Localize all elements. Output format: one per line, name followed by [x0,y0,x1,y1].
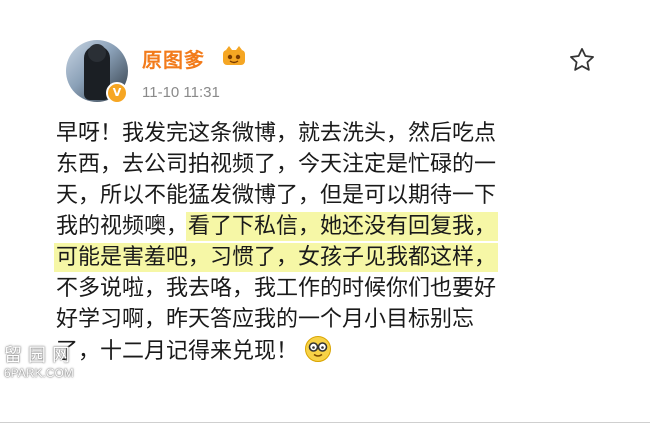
weibo-post-card: V 原图爹 11-10 11:31 早呀！我发完这条微博，就去洗头，然后吃点 东… [0,0,650,439]
content-line: 可能是害羞吧，习惯了，女孩子见我都这样， [56,242,620,273]
content-line: 不多说啦，我去咯，我工作的时候你们也要好 [56,273,620,304]
content-text: 早呀！我发完这条微博，就去洗头，然后吃点 [56,121,497,146]
avatar-head [88,44,106,62]
highlighted-text: 可能是害羞吧，习惯了，女孩子见我都这样， [56,245,497,270]
content-text: 不多说啦，我去咯，我工作的时候你们也要好 [56,276,497,301]
content-text: 东西，去公司拍视频了，今天注定是忙碌的一 [56,152,497,177]
vip-badge-icon [223,46,245,65]
watermark-line2: 6PARK.COM [4,366,74,380]
content-text: 我的视频噢， [56,214,189,239]
content-line: 了，十二月记得来兑现！ [56,335,620,366]
content-line: 天，所以不能猛发微博了，但是可以期待一下 [56,180,620,211]
bottom-divider [0,422,650,423]
post-content: 早呀！我发完这条微博，就去洗头，然后吃点 东西，去公司拍视频了，今天注定是忙碌的… [56,118,620,366]
highlighted-text: 看了下私信，她还没有回复我， [188,214,497,239]
verified-badge-icon: V [106,82,128,104]
watermark-line1: 留园网 [4,345,76,365]
watermark: 留园网 6PARK.COM [4,346,76,382]
star-outline-icon[interactable] [568,46,596,74]
content-text: 好学习啊，昨天答应我的一个月小目标别忘 [56,307,475,332]
content-line: 我的视频噢，看了下私信，她还没有回复我， [56,211,620,242]
content-line: 好学习啊，昨天答应我的一个月小目标别忘 [56,304,620,335]
content-text: 天，所以不能猛发微博了，但是可以期待一下 [56,183,497,208]
nerd-glasses-emoji-icon [305,336,332,362]
content-text: 了，十二月记得来兑现！ [56,339,299,364]
content-line: 早呀！我发完这条微博，就去洗头，然后吃点 [56,118,620,149]
author-name[interactable]: 原图爹 [142,44,205,73]
post-timestamp: 11-10 11:31 [142,84,220,101]
content-line: 东西，去公司拍视频了，今天注定是忙碌的一 [56,149,620,180]
